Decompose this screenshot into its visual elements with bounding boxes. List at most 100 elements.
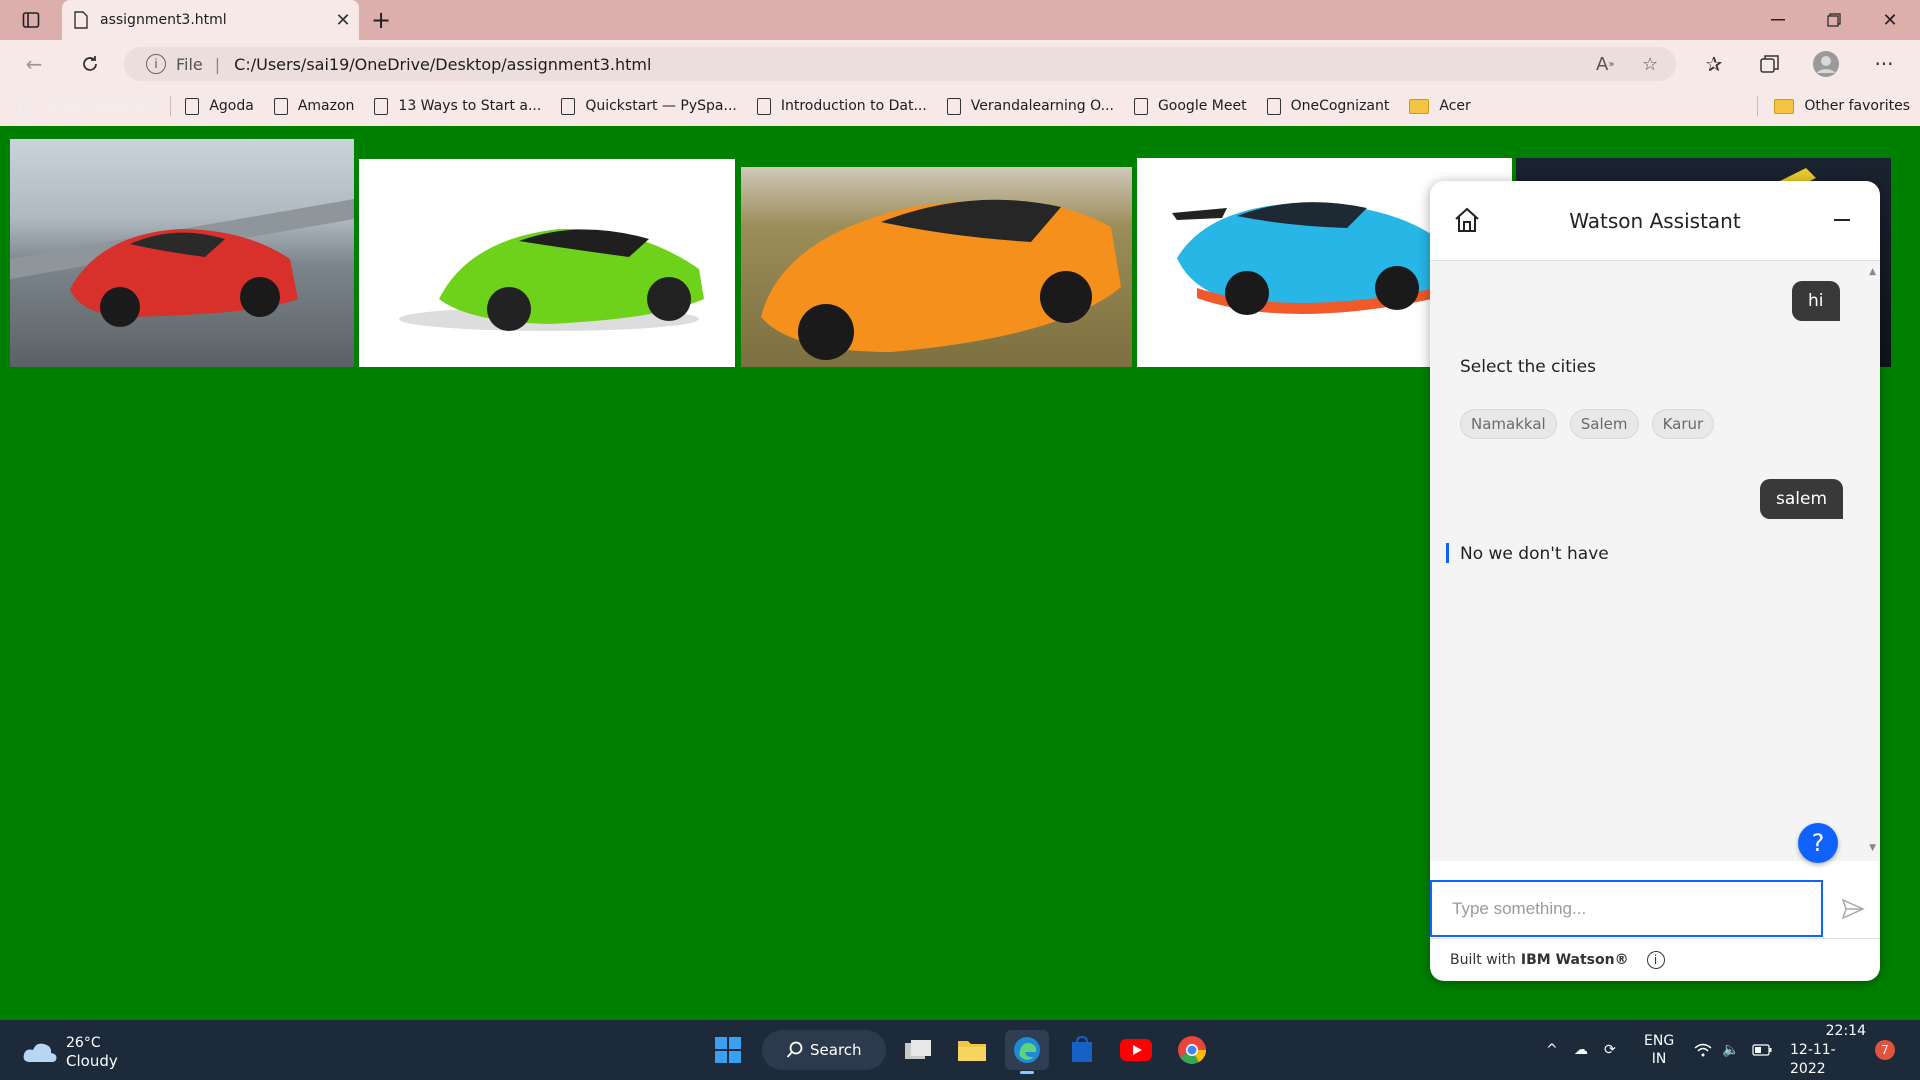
favorite-folder-acer[interactable]: Acer <box>1399 92 1480 120</box>
page-icon <box>1266 97 1281 115</box>
info-icon[interactable]: i <box>1646 951 1665 969</box>
task-view-icon[interactable] <box>896 1030 940 1070</box>
language-indicator[interactable]: ENG IN <box>1644 1020 1674 1080</box>
restore-window-icon[interactable] <box>1814 0 1854 40</box>
page-icon <box>946 97 961 115</box>
url-scheme-label: File <box>176 54 203 74</box>
option-namakkal-button[interactable]: Namakkal <box>1460 409 1557 439</box>
clock[interactable]: 22:14 12-11-2022 <box>1790 1020 1866 1080</box>
url-separator: | <box>214 54 221 74</box>
chrome-icon[interactable] <box>1170 1030 1214 1070</box>
home-icon[interactable] <box>1452 205 1482 239</box>
weather-temperature: 26°C <box>66 1035 101 1051</box>
app-store-icon[interactable] <box>1060 1030 1104 1070</box>
import-icon <box>20 97 34 115</box>
browser-toolbar: ← i File | C:/Users/sai19/OneDrive/Deskt… <box>0 40 1920 86</box>
page-icon <box>374 97 389 115</box>
clock-date: 12-11-2022 <box>1790 1041 1836 1077</box>
page-icon <box>756 97 771 115</box>
scroll-down-icon[interactable]: ▼ <box>1869 843 1876 853</box>
favorite-13-ways[interactable]: 13 Ways to Start a... <box>364 92 551 120</box>
tab-title: assignment3.html <box>100 12 227 28</box>
favorite-quickstart[interactable]: Quickstart — PySpa... <box>551 92 747 120</box>
refresh-icon[interactable] <box>72 46 108 82</box>
weather-description: Cloudy <box>66 1052 118 1070</box>
sync-icon[interactable]: ⟳ <box>1604 1020 1616 1080</box>
folder-icon <box>1774 98 1795 114</box>
browser-tab[interactable]: assignment3.html ✕ <box>62 0 359 40</box>
option-karur-button[interactable]: Karur <box>1651 409 1715 439</box>
more-options-icon[interactable]: ··· <box>1866 46 1902 82</box>
volume-icon[interactable]: 🔈 <box>1722 1020 1739 1080</box>
watson-assistant-widget: Watson Assistant ▲ ▼ hi Select the citie… <box>1430 181 1880 981</box>
favorite-agoda[interactable]: Agoda <box>175 92 264 120</box>
cloud-icon <box>23 1043 57 1062</box>
file-explorer-icon[interactable] <box>950 1030 994 1070</box>
favorite-google-meet[interactable]: Google Meet <box>1124 92 1257 120</box>
region-code: IN <box>1651 1051 1667 1067</box>
option-salem-button[interactable]: Salem <box>1569 409 1639 439</box>
close-window-icon[interactable]: ✕ <box>1870 0 1910 40</box>
profile-avatar[interactable] <box>1808 46 1844 82</box>
favorite-import[interactable]: Import favorites <box>10 92 166 120</box>
back-arrow-icon[interactable]: ← <box>16 46 52 82</box>
favorites-bar: Import favorites Agoda Amazon 13 Ways to… <box>0 86 1920 126</box>
user-message-bubble: hi <box>1792 281 1840 321</box>
tab-actions-icon[interactable] <box>14 0 48 40</box>
red-lamborghini-image <box>10 139 354 367</box>
language-code: ENG <box>1644 1033 1675 1049</box>
minimize-chat-icon[interactable] <box>1834 219 1850 221</box>
favorite-amazon[interactable]: Amazon <box>264 92 365 120</box>
page-icon <box>185 97 200 115</box>
orange-lamborghini-image <box>741 167 1132 367</box>
help-button[interactable]: ? <box>1798 823 1838 863</box>
new-tab-button[interactable]: + <box>366 0 396 40</box>
send-icon[interactable] <box>1836 893 1870 925</box>
other-favorites-folder[interactable]: Other favorites <box>1764 92 1920 120</box>
notification-badge[interactable]: 7 <box>1875 1040 1895 1060</box>
watson-header: Watson Assistant <box>1430 181 1880 261</box>
read-aloud-icon[interactable]: A» <box>1596 47 1614 81</box>
city-options: Namakkal Salem Karur <box>1460 409 1722 439</box>
page-icon <box>273 97 288 115</box>
favorite-onecognizant[interactable]: OneCognizant <box>1257 92 1400 120</box>
search-icon <box>786 1041 803 1058</box>
youtube-icon[interactable] <box>1114 1030 1158 1070</box>
favorite-verandalearning[interactable]: Verandalearning O... <box>937 92 1124 120</box>
favorites-icon[interactable]: ✰ <box>1696 46 1732 82</box>
browser-title-bar: assignment3.html ✕ + ✕ <box>0 0 1920 40</box>
page-icon <box>1133 97 1148 115</box>
footer-brand: IBM Watson® <box>1520 952 1629 968</box>
minimize-window-icon[interactable] <box>1758 0 1798 40</box>
edge-browser-icon[interactable] <box>1005 1030 1049 1074</box>
scroll-up-icon[interactable]: ▲ <box>1869 267 1876 277</box>
battery-icon[interactable] <box>1752 1020 1772 1080</box>
add-favorite-icon[interactable]: ☆ <box>1642 47 1658 81</box>
watson-footer: Built with IBM Watson® i <box>1430 938 1880 981</box>
bot-message: No we don't have <box>1460 544 1609 564</box>
address-bar[interactable]: i File | C:/Users/sai19/OneDrive/Desktop… <box>124 47 1676 81</box>
collections-icon[interactable] <box>1752 46 1788 82</box>
show-hidden-icons[interactable]: ^ <box>1546 1020 1558 1080</box>
taskbar-search-button[interactable]: Search <box>762 1030 886 1070</box>
search-label: Search <box>810 1041 862 1059</box>
weather-widget[interactable]: 26°C Cloudy <box>22 1034 118 1070</box>
bot-message-marker <box>1446 543 1449 563</box>
page-icon <box>74 11 88 29</box>
green-lamborghini-image <box>359 159 735 367</box>
clock-time: 22:14 <box>1825 1022 1866 1039</box>
info-icon[interactable]: i <box>146 54 166 74</box>
folder-icon <box>1409 98 1430 114</box>
start-windows-icon[interactable] <box>706 1030 750 1070</box>
onedrive-cloud-icon[interactable]: ☁ <box>1574 1020 1588 1080</box>
close-tab-icon[interactable]: ✕ <box>327 10 359 31</box>
footer-prefix: Built with <box>1450 952 1516 968</box>
wifi-icon[interactable] <box>1694 1020 1712 1080</box>
chat-message-input[interactable] <box>1430 880 1823 937</box>
url-text: C:/Users/sai19/OneDrive/Desktop/assignme… <box>234 54 652 74</box>
bot-message: Select the cities <box>1460 357 1596 377</box>
favorite-introduction[interactable]: Introduction to Dat... <box>747 92 937 120</box>
chat-transcript: ▲ ▼ hi Select the cities Namakkal Salem … <box>1430 261 1880 861</box>
page-icon <box>561 97 576 115</box>
watson-title: Watson Assistant <box>1569 208 1741 233</box>
